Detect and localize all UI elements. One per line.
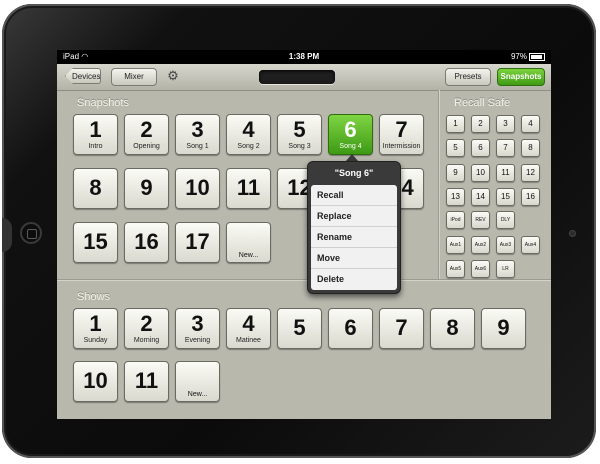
show-tile[interactable]: 8 [430, 308, 475, 349]
menu-item-move[interactable]: Move [311, 248, 397, 269]
show-tile[interactable]: 11 [124, 361, 169, 402]
snapshot-tile[interactable]: 10 [175, 168, 220, 209]
snapshot-tile[interactable]: 4 Song 2 [226, 114, 271, 155]
snapshot-tile[interactable]: 16 [124, 222, 169, 263]
presets-button[interactable]: Presets [445, 68, 491, 86]
recall-safe-button[interactable]: 16 [521, 188, 540, 206]
snapshot-tile[interactable]: 3 Song 1 [175, 114, 220, 155]
recall-safe-button[interactable]: 14 [471, 188, 490, 206]
show-new-tile[interactable]: New... [175, 361, 220, 402]
recall-safe-button[interactable]: 10 [471, 164, 490, 182]
recall-safe-button[interactable]: 5 [446, 139, 465, 157]
recall-safe-button[interactable]: 6 [471, 139, 490, 157]
show-tile[interactable]: 2 Morning [124, 308, 169, 349]
snapshot-tile[interactable]: 5 Song 3 [277, 114, 322, 155]
shows-title: Shows [77, 291, 111, 303]
menu-item-rename[interactable]: Rename [311, 227, 397, 248]
recall-safe-button[interactable]: Aux1 [446, 236, 465, 254]
show-tile[interactable]: 5 [277, 308, 322, 349]
menu-item-recall[interactable]: Recall [311, 185, 397, 206]
horizontal-divider [57, 279, 551, 280]
menu-body: Recall Replace Rename Move Delete [311, 185, 397, 290]
recall-safe-button[interactable]: 11 [496, 164, 515, 182]
show-tile[interactable]: 1 Sunday [73, 308, 118, 349]
status-bar: iPad ◠ 1:38 PM 97% [57, 50, 551, 64]
recall-safe-button[interactable]: 12 [521, 164, 540, 182]
recall-safe-button[interactable]: LR [496, 260, 515, 278]
vertical-divider [438, 90, 439, 279]
snapshots-button[interactable]: Snapshots [497, 68, 545, 86]
show-tile[interactable]: 10 [73, 361, 118, 402]
recall-safe-button[interactable]: Aux2 [471, 236, 490, 254]
recall-safe-title: Recall Safe [454, 97, 511, 109]
snapshot-tile[interactable]: 9 [124, 168, 169, 209]
show-tile[interactable]: 7 [379, 308, 424, 349]
lcd-display [259, 70, 335, 84]
ipad-frame: iPad ◠ 1:38 PM 97% Devices Mixer ⚙ Prese… [2, 4, 596, 458]
side-bump [2, 218, 12, 252]
snapshot-tile[interactable]: 8 [73, 168, 118, 209]
snapshot-tile[interactable]: 1 Intro [73, 114, 118, 155]
recall-safe-button[interactable]: 8 [521, 139, 540, 157]
snapshot-tile[interactable]: 17 [175, 222, 220, 263]
recall-safe-button[interactable]: 13 [446, 188, 465, 206]
snapshot-tile[interactable]: 2 Opening [124, 114, 169, 155]
snapshot-tile[interactable]: 11 [226, 168, 271, 209]
battery-indicator: 97% [511, 50, 545, 64]
toolbar: Devices Mixer ⚙ Presets Snapshots [57, 64, 551, 91]
camera-icon [570, 231, 575, 236]
menu-title: "Song 6" [334, 168, 374, 178]
show-tile[interactable]: 9 [481, 308, 526, 349]
snapshot-tile-selected[interactable]: 6 Song 4 [328, 114, 373, 155]
devices-back-button[interactable]: Devices [65, 68, 101, 84]
snapshot-new-tile[interactable]: New... [226, 222, 271, 263]
recall-safe-button[interactable]: 4 [521, 115, 540, 133]
battery-icon [529, 52, 545, 61]
recall-safe-button[interactable]: 7 [496, 139, 515, 157]
snapshot-tile[interactable]: 7 Intermission [379, 114, 424, 155]
clock: 1:38 PM [288, 52, 320, 61]
show-tile[interactable]: 6 [328, 308, 373, 349]
recall-safe-button[interactable]: Aux5 [446, 260, 465, 278]
show-tile[interactable]: 4 Matinee [226, 308, 271, 349]
menu-item-replace[interactable]: Replace [311, 206, 397, 227]
menu-item-delete[interactable]: Delete [311, 269, 397, 290]
recall-safe-button[interactable]: 15 [496, 188, 515, 206]
gear-icon[interactable]: ⚙ [165, 68, 181, 84]
recall-safe-button[interactable]: Aux4 [521, 236, 540, 254]
recall-safe-button[interactable]: 1 [446, 115, 465, 133]
snapshot-context-menu: "Song 6" Recall Replace Rename Move Dele… [307, 161, 401, 294]
recall-safe-button[interactable]: REV [471, 211, 490, 229]
recall-safe-button[interactable]: 3 [496, 115, 515, 133]
recall-safe-button[interactable]: iPod [446, 211, 465, 229]
app-screen: iPad ◠ 1:38 PM 97% Devices Mixer ⚙ Prese… [57, 50, 551, 419]
recall-safe-button[interactable]: Aux3 [496, 236, 515, 254]
recall-safe-button[interactable]: Aux6 [471, 260, 490, 278]
snapshots-title: Snapshots [77, 97, 129, 109]
home-button[interactable] [20, 222, 42, 244]
mixer-button[interactable]: Mixer [111, 68, 157, 86]
recall-safe-button[interactable]: DLY [496, 211, 515, 229]
snapshot-tile[interactable]: 15 [73, 222, 118, 263]
recall-safe-button[interactable]: 2 [471, 115, 490, 133]
show-tile[interactable]: 3 Evening [175, 308, 220, 349]
recall-safe-button[interactable]: 9 [446, 164, 465, 182]
